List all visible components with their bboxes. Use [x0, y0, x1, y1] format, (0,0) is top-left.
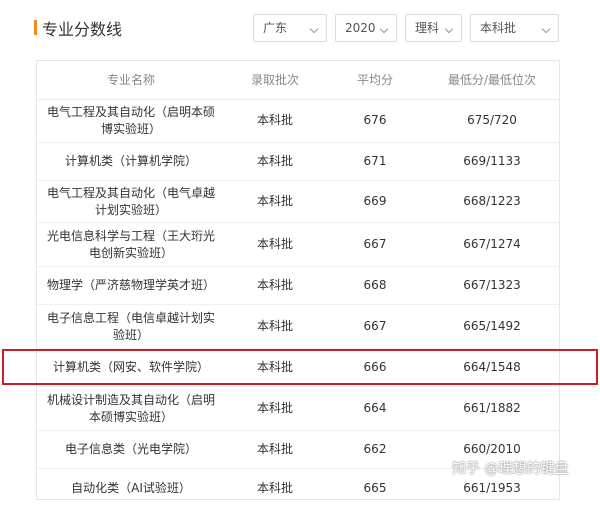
- major-name-cell: 计算机类（网安、软件学院）: [52, 360, 209, 374]
- batch-cell: 本科批: [256, 480, 293, 495]
- score-table: 专业名称 录取批次 平均分 最低分/最低位次 电气工程及其自动化（启明本硕博实验…: [36, 60, 560, 500]
- min-score-rank-cell: 668/1223: [463, 194, 521, 208]
- year-select-value: 2020: [345, 21, 376, 35]
- min-score-rank-cell: 664/1548: [463, 360, 521, 374]
- average-score-cell: 667: [363, 319, 387, 333]
- average-score-cell: 668: [363, 278, 387, 292]
- table-row: 计算机类（计算机学院） 本科批 671 669/1133: [37, 143, 559, 181]
- batch-cell: 本科批: [256, 237, 293, 251]
- average-score-cell: 664: [363, 401, 387, 415]
- average-score-cell: 666: [363, 360, 387, 374]
- batch-cell: 本科批: [256, 278, 293, 292]
- batch-cell: 本科批: [256, 360, 293, 374]
- title-accent-bar: [34, 20, 37, 35]
- table-row: 电气工程及其自动化（启明本硕博实验班） 本科批 676 675/720: [37, 99, 559, 143]
- batch-cell: 本科批: [256, 154, 293, 168]
- batch-cell: 本科批: [256, 113, 293, 127]
- chevron-down-icon: [444, 24, 454, 34]
- table-row: 电子信息工程（电信卓越计划实验班） 本科批 667 665/1492: [37, 305, 559, 349]
- batch-cell: 本科批: [256, 401, 293, 415]
- major-name-cell: 电气工程及其自动化（电气卓越计划实验班）: [46, 185, 215, 217]
- major-name-cell: 电子信息工程（电信卓越计划实验班）: [46, 310, 215, 342]
- chevron-down-icon: [541, 24, 551, 34]
- major-name-cell: 光电信息科学与工程（王大珩光电创新实验班）: [46, 228, 215, 260]
- column-header-major: 专业名称: [106, 72, 155, 87]
- major-name-cell: 计算机类（计算机学院）: [64, 154, 197, 168]
- table-row: 物理学（严济慈物理学英才班） 本科批 668 667/1323: [37, 267, 559, 305]
- province-select[interactable]: 广东: [253, 14, 327, 42]
- average-score-cell: 667: [363, 237, 387, 251]
- average-score-cell: 662: [363, 442, 387, 456]
- average-score-cell: 665: [363, 480, 387, 495]
- batch-cell: 本科批: [256, 194, 293, 208]
- table-row: 光电信息科学与工程（王大珩光电创新实验班） 本科批 667 667/1274: [37, 223, 559, 267]
- major-name-cell: 机械设计制造及其自动化（启明本硕博实验班）: [46, 392, 215, 424]
- average-score-cell: 676: [363, 113, 387, 127]
- column-header-min-score-rank: 最低分/最低位次: [447, 72, 537, 87]
- min-score-rank-cell: 667/1274: [463, 237, 521, 251]
- min-score-rank-cell: 665/1492: [463, 319, 521, 333]
- page-title: 专业分数线: [42, 20, 123, 39]
- column-header-batch: 录取批次: [250, 72, 299, 87]
- min-score-rank-cell: 675/720: [467, 113, 517, 127]
- major-name-cell: 电子信息类（光电学院）: [64, 442, 197, 456]
- column-header-average: 平均分: [356, 72, 393, 87]
- year-select[interactable]: 2020: [335, 14, 397, 42]
- subject-select[interactable]: 理科: [405, 14, 462, 42]
- batch-cell: 本科批: [256, 319, 293, 333]
- table-row: 机械设计制造及其自动化（启明本硕博实验班） 本科批 664 661/1882: [37, 387, 559, 431]
- major-name-cell: 物理学（严济慈物理学英才班）: [46, 278, 215, 292]
- min-score-rank-cell: 667/1323: [463, 278, 521, 292]
- batch-select-value: 本科批: [480, 21, 517, 35]
- batch-select[interactable]: 本科批: [470, 14, 559, 42]
- major-name-cell: 自动化类（AI试验班）: [71, 480, 191, 495]
- major-name-cell: 电气工程及其自动化（启明本硕博实验班）: [46, 104, 215, 136]
- min-score-rank-cell: 669/1133: [463, 154, 521, 168]
- average-score-cell: 669: [363, 194, 387, 208]
- min-score-rank-cell: 661/1882: [463, 401, 521, 415]
- chevron-down-icon: [309, 24, 319, 34]
- header: 专业分数线 广东 2020 理科 本科批: [0, 0, 600, 60]
- table-row: 电气工程及其自动化（电气卓越计划实验班） 本科批 669 668/1223: [37, 181, 559, 223]
- province-select-value: 广东: [263, 21, 288, 35]
- zhihu-watermark: 知乎 @理想的键盘: [452, 461, 569, 477]
- table-row: 计算机类（网安、软件学院） 本科批 666 664/1548: [37, 349, 559, 387]
- average-score-cell: 671: [363, 154, 387, 168]
- table-header: 专业名称 录取批次 平均分 最低分/最低位次: [37, 61, 559, 100]
- chevron-down-icon: [379, 24, 389, 34]
- batch-cell: 本科批: [256, 442, 293, 456]
- subject-select-value: 理科: [415, 21, 440, 35]
